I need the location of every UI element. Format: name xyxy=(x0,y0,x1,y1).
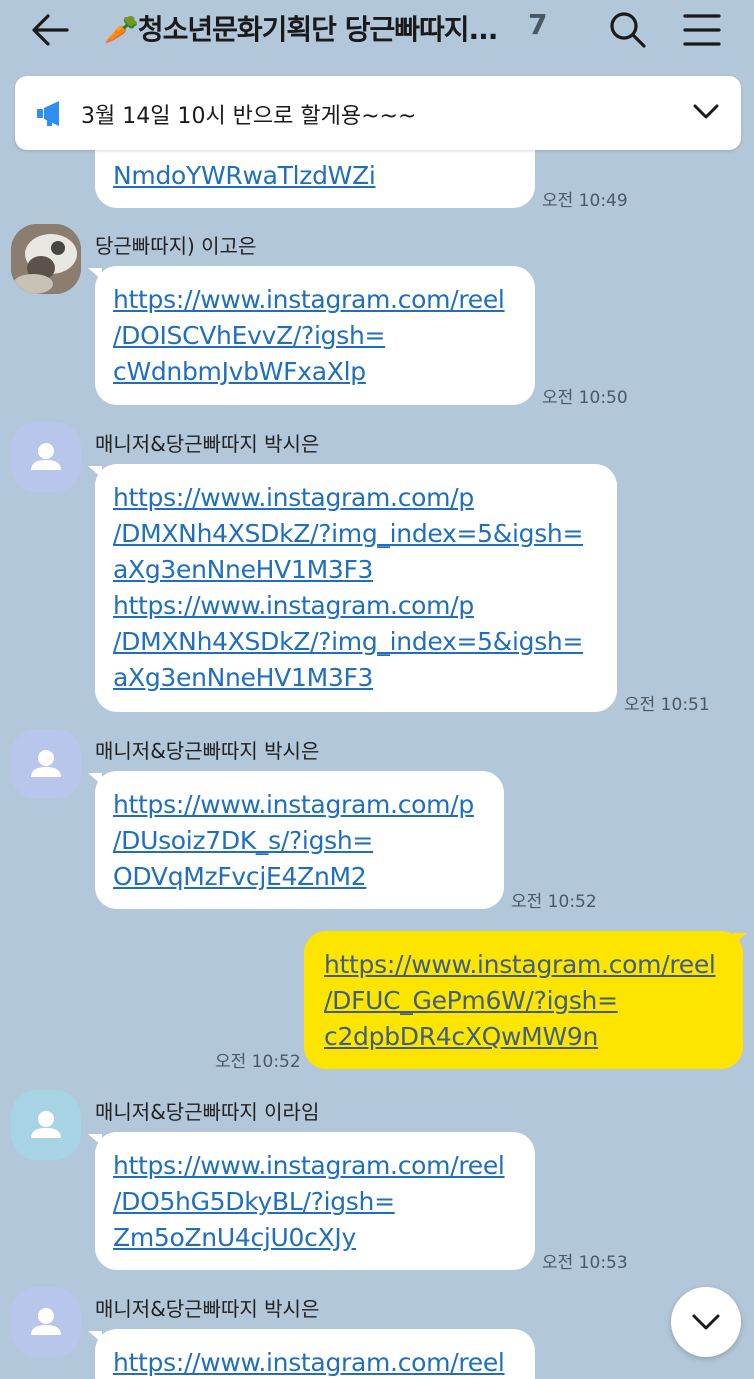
message-link-line[interactable]: /DOISCVhEvvZ/?igsh= xyxy=(113,318,517,354)
menu-button[interactable] xyxy=(678,6,726,54)
message-link-line[interactable]: https://www.instagram.com/reel xyxy=(113,282,517,318)
person-icon xyxy=(31,1111,61,1138)
scroll-down-icon xyxy=(692,1314,720,1330)
avatar[interactable] xyxy=(11,224,81,294)
message-time: 오전 10:53 xyxy=(542,1253,628,1273)
message-link-line[interactable]: https://www.instagram.com/p xyxy=(113,480,599,516)
message-link-line[interactable]: https://www.instagram.com/reel xyxy=(113,1345,517,1379)
my-message-bubble[interactable]: https://www.instagram.com/reel /DFUC_GeP… xyxy=(304,931,743,1069)
message-bubble[interactable]: https://www.instagram.com/reel /DOISCVhE… xyxy=(95,266,535,405)
sender-name: 매니저&당근빠따지 박시은 xyxy=(95,739,320,763)
person-icon xyxy=(31,1308,61,1335)
search-button[interactable] xyxy=(604,6,652,54)
message-bubble[interactable]: https://www.instagram.com/p /DMXNh4XSDkZ… xyxy=(95,464,617,712)
message-bubble[interactable]: https://www.instagram.com/reel /DO5hG5Dk… xyxy=(95,1132,535,1270)
profile-photo-icon xyxy=(11,224,81,294)
notice-text: 3월 14일 10시 반으로 할게용~~~ xyxy=(81,104,417,129)
message-link-line[interactable]: https://www.instagram.com/p xyxy=(113,787,486,823)
message-bubble[interactable]: https://www.instagram.com/p /DUsoiz7DK_s… xyxy=(95,771,504,909)
sender-name: 매니저&당근빠따지 이라임 xyxy=(95,1100,320,1124)
message-link-line[interactable]: https://www.instagram.com/reel xyxy=(113,1148,517,1184)
megaphone-icon xyxy=(37,101,59,126)
message-link-line[interactable]: cWdnbmJvbWFxaXlp xyxy=(113,354,517,390)
person-icon xyxy=(31,750,61,777)
scroll-to-bottom-button[interactable] xyxy=(671,1287,741,1357)
message-link-line[interactable]: NmdoYWRwaTlzdWZi xyxy=(113,158,517,194)
message-link-line[interactable]: ODVqMzFvcjE4ZnM2 xyxy=(113,859,486,895)
message-link-line[interactable]: https://www.instagram.com/reel xyxy=(324,947,725,983)
message-link-line[interactable]: Zm5oZnU4cjU0cXJy xyxy=(113,1220,517,1256)
search-icon xyxy=(610,12,646,48)
message-time: 오전 10:52 xyxy=(511,892,597,912)
message-link-line[interactable]: /DFUC_GePm6W/?igsh= xyxy=(324,983,725,1019)
member-count: 7 xyxy=(528,8,548,41)
message-link-line[interactable]: aXg3enNneHV1M3F3 xyxy=(113,552,599,588)
menu-icon xyxy=(683,14,721,46)
message-bubble[interactable]: https://www.instagram.com/reel xyxy=(95,1329,535,1379)
message-time: 오전 10:52 xyxy=(215,1052,301,1072)
chat-header: 🥕청소년문화기획단 당근빠따지... 7 xyxy=(0,0,754,60)
sender-name: 매니저&당근빠따지 박시은 xyxy=(95,432,320,456)
sender-name: 매니저&당근빠따지 박시은 xyxy=(95,1297,320,1321)
back-arrow-icon xyxy=(32,14,69,46)
message-link-line[interactable]: https://www.instagram.com/p xyxy=(113,588,599,624)
person-icon xyxy=(31,443,61,470)
message-link-line[interactable]: c2dpbDR4cXQwMW9n xyxy=(324,1019,725,1055)
message-time: 오전 10:51 xyxy=(624,695,710,715)
avatar[interactable] xyxy=(11,729,81,799)
avatar[interactable] xyxy=(11,1287,81,1357)
message-link-line[interactable]: aXg3enNneHV1M3F3 xyxy=(113,660,599,696)
chevron-down-icon[interactable] xyxy=(692,102,720,122)
message-link-line[interactable]: /DUsoiz7DK_s/?igsh= xyxy=(113,823,486,859)
message-time: 오전 10:50 xyxy=(542,388,628,408)
message-link-line[interactable]: /DO5hG5DkyBL/?igsh= xyxy=(113,1184,517,1220)
sender-name: 당근빠따지) 이고은 xyxy=(95,234,257,258)
back-button[interactable] xyxy=(26,6,74,54)
message-link-line[interactable]: /DMXNh4XSDkZ/?img_index=5&igsh= xyxy=(113,516,599,552)
notice-banner[interactable]: 3월 14일 10시 반으로 할게용~~~ xyxy=(15,76,741,150)
avatar[interactable] xyxy=(11,422,81,492)
avatar[interactable] xyxy=(11,1090,81,1160)
bubble-tail xyxy=(733,933,747,945)
chat-title: 🥕청소년문화기획단 당근빠따지... xyxy=(104,13,498,46)
message-link-line[interactable]: /DMXNh4XSDkZ/?img_index=5&igsh= xyxy=(113,624,599,660)
message-time: 오전 10:49 xyxy=(542,191,628,211)
